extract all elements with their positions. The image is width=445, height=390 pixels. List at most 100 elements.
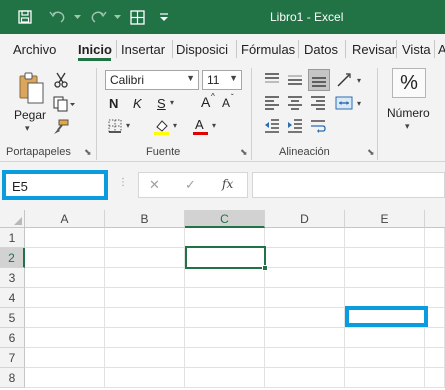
cell-e4[interactable]: [345, 288, 425, 308]
cell-d6[interactable]: [265, 328, 345, 348]
cell-a2[interactable]: [25, 248, 105, 268]
cell-c6[interactable]: [185, 328, 265, 348]
cell-f4[interactable]: [425, 288, 445, 308]
align-middle-icon[interactable]: [285, 70, 305, 90]
cell-d7[interactable]: [265, 348, 345, 368]
select-all-button[interactable]: [0, 210, 25, 228]
cell-e6[interactable]: [345, 328, 425, 348]
cell-e3[interactable]: [345, 268, 425, 288]
tab-archivo[interactable]: Archivo: [13, 42, 56, 57]
tab-datos[interactable]: Datos: [304, 42, 338, 57]
customize-icon[interactable]: [156, 0, 172, 34]
cell-c7[interactable]: [185, 348, 265, 368]
shrink-font-button[interactable]: A: [222, 96, 230, 110]
tab-revisar[interactable]: Revisar: [352, 42, 396, 57]
cell-f3[interactable]: [425, 268, 445, 288]
cell-b3[interactable]: [105, 268, 185, 288]
row-header-2[interactable]: 2: [0, 248, 25, 268]
row-header-3[interactable]: 3: [0, 268, 25, 288]
font-color-button[interactable]: A: [193, 117, 209, 137]
paste-icon[interactable]: [16, 70, 46, 106]
cell-e5-highlight[interactable]: [345, 306, 428, 327]
cell-b7[interactable]: [105, 348, 185, 368]
orientation-icon[interactable]: [334, 70, 354, 90]
paste-label[interactable]: Pegar: [14, 108, 46, 122]
tab-inicio[interactable]: Inicio: [78, 42, 112, 57]
italic-button[interactable]: K: [133, 96, 142, 111]
align-bottom-icon[interactable]: [308, 69, 330, 91]
row-header-8[interactable]: 8: [0, 368, 25, 388]
redo-icon[interactable]: [86, 0, 110, 34]
row-header-7[interactable]: 7: [0, 348, 25, 368]
font-name-combo[interactable]: Calibri ▼: [105, 70, 199, 90]
font-launcher-icon[interactable]: ⬊: [240, 147, 248, 158]
column-header-f[interactable]: [425, 210, 445, 228]
column-header-d[interactable]: D: [265, 210, 345, 228]
font-size-combo[interactable]: 11 ▼: [202, 70, 242, 90]
cell-a7[interactable]: [25, 348, 105, 368]
cell-f8[interactable]: [425, 368, 445, 388]
cell-a4[interactable]: [25, 288, 105, 308]
cell-a3[interactable]: [25, 268, 105, 288]
cell-b4[interactable]: [105, 288, 185, 308]
number-dropdown-icon[interactable]: ▾: [405, 121, 410, 132]
cell-b2[interactable]: [105, 248, 185, 268]
row-header-6[interactable]: 6: [0, 328, 25, 348]
tab-vista[interactable]: Vista: [402, 42, 431, 57]
cell-e8[interactable]: [345, 368, 425, 388]
align-left-icon[interactable]: [262, 93, 282, 113]
undo-icon[interactable]: [46, 0, 70, 34]
clipboard-launcher-icon[interactable]: ⬊: [84, 147, 92, 158]
underline-button[interactable]: S: [157, 96, 166, 111]
number-format-button[interactable]: Número: [387, 106, 430, 120]
percent-icon[interactable]: %: [392, 68, 426, 98]
row-header-4[interactable]: 4: [0, 288, 25, 308]
cell-d4[interactable]: [265, 288, 345, 308]
fill-color-dropdown-icon[interactable]: ▾: [173, 121, 177, 130]
cell-e7[interactable]: [345, 348, 425, 368]
cell-f1[interactable]: [425, 228, 445, 248]
cell-b5[interactable]: [105, 308, 185, 328]
underline-dropdown-icon[interactable]: ▾: [170, 98, 174, 107]
format-painter-icon[interactable]: [52, 118, 70, 136]
cell-c8[interactable]: [185, 368, 265, 388]
fill-handle[interactable]: [262, 265, 268, 271]
cell-c4[interactable]: [185, 288, 265, 308]
align-right-icon[interactable]: [308, 93, 328, 113]
merge-center-icon[interactable]: [334, 93, 354, 113]
orientation-dropdown-icon[interactable]: ▾: [357, 76, 361, 85]
active-cell-c2[interactable]: [185, 246, 266, 269]
increase-indent-icon[interactable]: [285, 116, 305, 136]
formula-input[interactable]: [252, 172, 445, 198]
column-header-e[interactable]: E: [345, 210, 425, 228]
tab-ayuda[interactable]: A: [438, 42, 445, 57]
merge-dropdown-icon[interactable]: ▾: [357, 99, 361, 108]
borders-icon[interactable]: [126, 0, 148, 34]
borders-icon[interactable]: [106, 118, 124, 134]
cell-f6[interactable]: [425, 328, 445, 348]
grow-font-button[interactable]: A: [201, 94, 210, 110]
tab-disposicion[interactable]: Disposici: [176, 42, 233, 57]
redo-dropdown-icon[interactable]: [112, 0, 122, 34]
borders-dropdown-icon[interactable]: ▾: [126, 121, 130, 130]
column-header-a[interactable]: A: [25, 210, 105, 228]
enter-icon[interactable]: ✓: [185, 177, 196, 193]
cell-a1[interactable]: [25, 228, 105, 248]
align-top-icon[interactable]: [262, 70, 282, 90]
cell-c1[interactable]: [185, 228, 265, 248]
name-box[interactable]: E5: [2, 170, 108, 200]
cancel-icon[interactable]: ✕: [149, 177, 160, 193]
cut-icon[interactable]: [52, 71, 70, 89]
drag-handle-icon[interactable]: ⋮: [118, 177, 128, 188]
cell-c3[interactable]: [185, 268, 265, 288]
cell-f5[interactable]: [425, 308, 445, 328]
cell-e1[interactable]: [345, 228, 425, 248]
cell-a6[interactable]: [25, 328, 105, 348]
row-header-1[interactable]: 1: [0, 228, 25, 248]
cell-d1[interactable]: [265, 228, 345, 248]
fill-color-icon[interactable]: [152, 117, 172, 137]
cell-d8[interactable]: [265, 368, 345, 388]
copy-icon[interactable]: [52, 95, 76, 113]
bold-button[interactable]: N: [109, 96, 118, 111]
cell-a5[interactable]: [25, 308, 105, 328]
